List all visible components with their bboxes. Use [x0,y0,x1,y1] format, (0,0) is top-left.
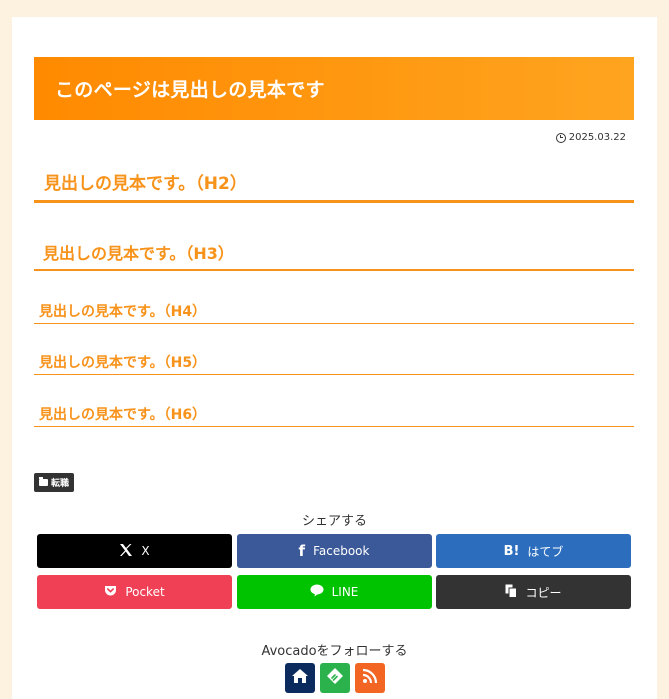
share-pocket-label: Pocket [125,585,165,599]
facebook-icon: f [298,541,306,560]
share-label: シェアする [301,514,367,529]
article-card: このページは見出しの見本です 2025.03.22 見出しの見本です。（H2） … [12,17,657,699]
share-line-button[interactable]: LINE [236,575,432,609]
heading-h4: 見出しの見本です。（H4） [34,298,634,324]
post-date: 2025.03.22 [555,132,626,143]
share-facebook-label: Facebook [313,544,370,558]
pocket-icon [104,585,117,600]
share-x-button[interactable]: X [37,534,232,568]
rss-icon [362,668,378,688]
feedly-icon [326,667,344,689]
heading-h5: 見出しの見本です。（H5） [34,350,634,375]
line-icon [310,584,324,600]
heading-h2: 見出しの見本です。（H2） [34,163,634,203]
heading-h3: 見出しの見本です。（H3） [34,235,634,271]
follow-rss-button[interactable] [354,663,385,693]
copy-icon [505,584,518,601]
share-buttons: X f Facebook B! はてブ Pocket LINE コピー [37,534,631,609]
follow-feedly-button[interactable] [319,663,350,693]
home-icon [291,668,309,688]
page-title-bar: このページは見出しの見本です [34,57,634,120]
follow-buttons [12,663,657,693]
share-copy-label: コピー [525,585,562,600]
follow-home-button[interactable] [284,663,315,693]
share-pocket-button[interactable]: Pocket [37,575,232,609]
share-copy-button[interactable]: コピー [436,575,631,609]
share-x-label: X [141,544,150,558]
share-hatena-button[interactable]: B! はてブ [436,534,631,568]
heading-h6: 見出しの見本です。（H6） [34,401,634,427]
x-icon [119,543,133,560]
follow-label: Avocadoをフォローする [261,644,408,659]
post-date-text: 2025.03.22 [568,132,626,143]
clock-icon [555,132,566,143]
category-badge[interactable]: 転職 [34,473,75,492]
page-title: このページは見出しの見本です [55,79,325,101]
share-line-label: LINE [331,585,359,599]
share-facebook-button[interactable]: f Facebook [236,534,432,568]
hatena-icon: B! [503,543,520,559]
folder-icon [39,477,48,486]
share-hatena-label: はてブ [527,544,564,559]
category-label: 転職 [51,479,70,489]
